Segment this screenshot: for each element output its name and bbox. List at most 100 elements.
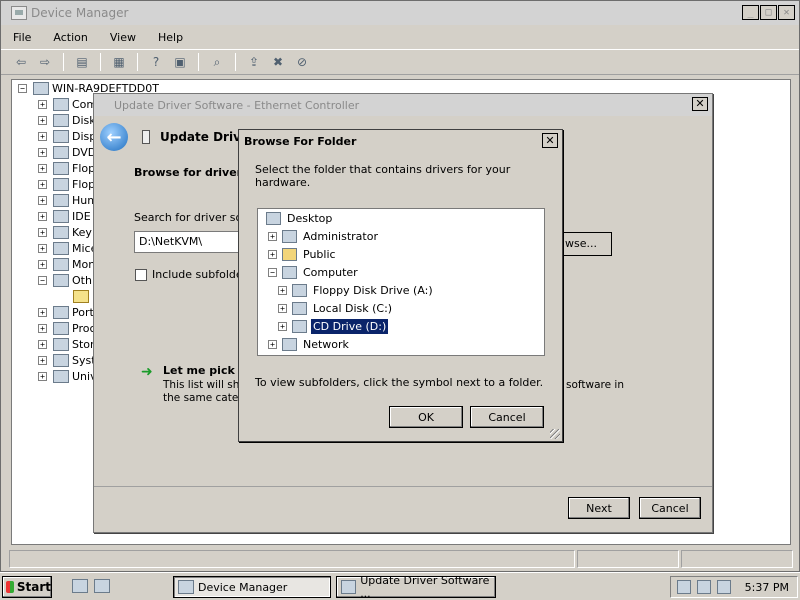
ok-button[interactable]: OK xyxy=(389,406,463,428)
cancel-button[interactable]: Cancel xyxy=(639,497,701,519)
disable-icon[interactable]: ⊘ xyxy=(292,52,312,72)
toolbar-separator xyxy=(235,53,236,71)
tree-item[interactable]: + Proc xyxy=(38,320,96,336)
green-arrow-icon: ➜ xyxy=(141,364,153,380)
expander-icon[interactable]: + xyxy=(38,323,47,333)
floppy-drive-icon xyxy=(292,284,307,297)
folder-tree-item[interactable]: + Public xyxy=(268,246,338,263)
browse-cancel-button[interactable]: Cancel xyxy=(470,406,544,428)
folder-tree[interactable]: Desktop + Administrator + Public − Computer + Fl… xyxy=(257,208,545,356)
menu-file[interactable]: File xyxy=(13,31,31,44)
server-manager-icon[interactable] xyxy=(72,579,88,593)
menu-action[interactable]: Action xyxy=(53,31,87,44)
browse-close-button[interactable]: ✕ xyxy=(542,133,558,148)
folder-tree-item[interactable]: + CD Drive (D:) xyxy=(278,318,389,335)
expander-icon[interactable]: + xyxy=(38,355,47,365)
help-icon[interactable]: ? xyxy=(146,52,166,72)
folder-tree-item[interactable]: Desktop xyxy=(266,210,334,227)
uninstall-icon[interactable]: ✖ xyxy=(268,52,288,72)
back-icon[interactable]: ⇦ xyxy=(11,52,31,72)
expander-icon[interactable]: + xyxy=(38,115,47,125)
expander-icon[interactable]: + xyxy=(278,286,287,295)
expander-icon[interactable]: + xyxy=(38,211,47,221)
menu-view[interactable]: View xyxy=(110,31,136,44)
properties-icon[interactable]: ▦ xyxy=(109,52,129,72)
include-subfolders-checkbox[interactable] xyxy=(135,268,147,281)
expander-icon[interactable]: + xyxy=(38,259,47,269)
expander-icon[interactable]: + xyxy=(278,304,287,313)
expander-icon[interactable]: + xyxy=(38,307,47,317)
task-update-driver[interactable]: Update Driver Software ... xyxy=(336,574,496,600)
next-button[interactable]: Next xyxy=(568,497,630,519)
tree-item[interactable]: + DVD xyxy=(38,144,96,160)
volume-muted-icon[interactable] xyxy=(717,580,731,594)
minimize-button[interactable]: _ xyxy=(742,5,759,20)
expander-icon[interactable]: + xyxy=(38,195,47,205)
tree-item[interactable]: + Com xyxy=(38,96,97,112)
menu-help[interactable]: Help xyxy=(158,31,183,44)
expander-icon[interactable]: + xyxy=(268,232,277,241)
update-driver-close-button[interactable]: ✕ xyxy=(692,97,708,111)
driver-path-input[interactable]: D:\NetKVM\ xyxy=(134,231,244,253)
close-button[interactable]: ✕ xyxy=(778,5,795,20)
resize-grip[interactable] xyxy=(550,429,560,439)
folder-tree-item[interactable]: + Floppy Disk Drive (A:) xyxy=(278,282,435,299)
show-desktop-icon[interactable] xyxy=(94,579,110,593)
start-button[interactable]: Start xyxy=(2,576,52,598)
tree-item[interactable]: + Key xyxy=(38,224,92,240)
folder-tree-item[interactable]: + Network xyxy=(268,336,351,353)
folder-tree-item[interactable]: + Administrator xyxy=(268,228,380,245)
expander-icon[interactable]: + xyxy=(278,322,287,331)
device-category-icon xyxy=(53,177,69,191)
tree-item[interactable]: + Flop xyxy=(38,176,95,192)
expander-icon[interactable]: + xyxy=(268,250,277,259)
expander-icon[interactable]: + xyxy=(38,147,47,157)
tree-item[interactable] xyxy=(58,288,92,304)
expander-icon[interactable]: + xyxy=(38,99,47,109)
folder-tree-item[interactable]: + Local Disk (C:) xyxy=(278,300,394,317)
tree-item[interactable]: + Mice xyxy=(38,240,97,256)
folder-tree-item[interactable]: − Computer xyxy=(268,264,360,281)
tree-item[interactable]: + Mon xyxy=(38,256,95,272)
expander-icon[interactable]: + xyxy=(38,243,47,253)
expander-icon[interactable]: + xyxy=(38,227,47,237)
device-manager-icon xyxy=(178,580,194,594)
tree-item[interactable]: + Disp xyxy=(38,128,96,144)
expander-icon[interactable]: + xyxy=(268,340,277,349)
view-icon[interactable]: ▣ xyxy=(170,52,190,72)
tree-item[interactable]: + Hum xyxy=(38,192,98,208)
expander-icon[interactable]: − xyxy=(38,275,47,285)
folder-tree-label: Computer xyxy=(303,266,358,279)
maximize-button[interactable]: □ xyxy=(760,5,777,20)
clock[interactable]: 5:37 PM xyxy=(745,581,789,594)
unknown-device-icon xyxy=(73,289,89,303)
include-subfolders-option[interactable]: Include subfolde xyxy=(135,268,243,281)
expander-icon[interactable]: + xyxy=(38,371,47,381)
tree-item[interactable]: + Disk xyxy=(38,112,96,128)
security-icon[interactable] xyxy=(677,580,691,594)
tree-item[interactable]: + Flop xyxy=(38,160,95,176)
expander-icon[interactable]: + xyxy=(38,131,47,141)
collapse-icon[interactable]: − xyxy=(18,83,27,93)
console-tree-icon[interactable]: ▤ xyxy=(72,52,92,72)
task-device-manager[interactable]: Device Manager xyxy=(173,576,331,598)
tree-item[interactable]: + Port xyxy=(38,304,94,320)
network-status-icon[interactable] xyxy=(697,580,711,594)
scan-hardware-icon[interactable]: ⌕ xyxy=(207,52,227,72)
update-driver-icon[interactable]: ⇪ xyxy=(244,52,264,72)
device-category-icon xyxy=(53,113,69,127)
tree-item[interactable]: + Syst xyxy=(38,352,96,368)
expander-icon[interactable]: + xyxy=(38,179,47,189)
forward-icon[interactable]: ⇨ xyxy=(35,52,55,72)
tree-item[interactable]: + Stor xyxy=(38,336,95,352)
tree-item[interactable]: + IDE xyxy=(38,208,91,224)
browse-button[interactable]: wse... xyxy=(560,232,612,256)
tree-item[interactable]: + Univ xyxy=(38,368,97,384)
device-category-icon xyxy=(53,305,69,319)
pick-from-list-link[interactable]: Let me pick fr xyxy=(163,364,249,377)
system-tray: 5:37 PM xyxy=(670,576,798,598)
expander-icon[interactable]: − xyxy=(268,268,277,277)
expander-icon[interactable]: + xyxy=(38,339,47,349)
expander-icon[interactable]: + xyxy=(38,163,47,173)
tree-item[interactable]: − Oth xyxy=(38,272,92,288)
